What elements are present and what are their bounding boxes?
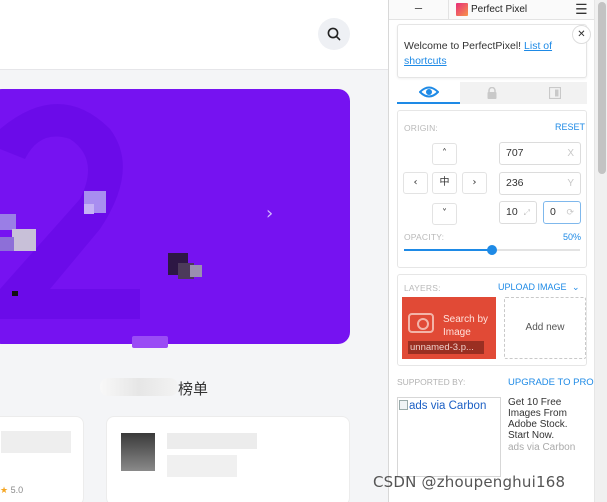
section-title: 榜单 <box>100 374 220 398</box>
rotate-icon: ⟳ <box>566 207 574 217</box>
section-title-text: 榜单 <box>178 380 209 398</box>
mode-tabs <box>397 82 587 104</box>
eye-icon <box>418 86 439 98</box>
camera-icon <box>408 313 434 333</box>
layers-label: LAYERS: <box>404 283 441 293</box>
site-header <box>0 0 388 70</box>
supported-by-label: SUPPORTED BY: <box>397 377 466 387</box>
promo-banner[interactable]: › <box>0 89 350 344</box>
welcome-text: Welcome to PerfectPixel! List of shortcu… <box>404 39 564 69</box>
scrollbar-thumb[interactable] <box>598 2 606 174</box>
close-icon[interactable]: ✕ <box>572 25 591 44</box>
x-unit: X <box>567 148 574 159</box>
perfectpixel-logo-icon <box>456 3 468 16</box>
origin-panel: ORIGIN: RESET ˄ ‹ 中 › ˅ 707 X 236 Y 10 ⤢… <box>397 110 587 268</box>
layers-panel: LAYERS: UPLOAD IMAGE ⌄ Search by Image u… <box>397 274 587 366</box>
pixel-block <box>190 265 202 277</box>
broken-image-icon <box>399 400 408 410</box>
carbon-ad-image[interactable]: ads via Carbon <box>397 397 501 477</box>
list-card[interactable] <box>106 416 350 502</box>
tab-invert[interactable] <box>523 82 587 104</box>
carbon-ad-alt: ads via Carbon <box>399 400 486 412</box>
menu-icon[interactable]: ☰ <box>575 2 588 18</box>
search-button[interactable] <box>318 18 350 50</box>
layer-item[interactable]: Search by Image unnamed-3.p... <box>402 297 496 359</box>
blurred-content <box>167 455 237 477</box>
y-value: 236 <box>506 177 524 189</box>
lock-icon <box>487 87 497 99</box>
invert-icon <box>549 87 562 99</box>
x-value: 707 <box>506 147 524 159</box>
pixel-block <box>12 229 36 251</box>
y-input[interactable]: 236 Y <box>499 172 581 195</box>
rotation-input[interactable]: 0 ⟳ <box>543 201 581 224</box>
pixel-block <box>0 214 16 230</box>
welcome-label: Welcome to PerfectPixel! <box>404 40 525 52</box>
perfectpixel-panel: – Perfect Pixel ☰ Welcome to PerfectPixe… <box>388 0 607 502</box>
tab-lock[interactable] <box>460 82 524 104</box>
pixel-block <box>0 237 14 251</box>
opacity-value: 50% <box>563 232 582 242</box>
opacity-slider-fill <box>404 249 492 251</box>
carbon-ad-via[interactable]: ads via Carbon <box>508 442 575 453</box>
upload-image-label: UPLOAD IMAGE <box>498 282 567 292</box>
scale-input[interactable]: 10 ⤢ <box>499 201 537 224</box>
rating: ★ 5.0 <box>0 485 23 496</box>
blurred-content <box>167 433 257 449</box>
banner-indicator[interactable] <box>132 336 168 348</box>
chevron-down-icon: ⌄ <box>572 282 580 292</box>
y-unit: Y <box>567 178 574 189</box>
layer-filename: unnamed-3.p... <box>408 341 484 354</box>
panel-header: – Perfect Pixel ☰ <box>389 0 594 20</box>
blurred-content <box>1 431 71 453</box>
move-up-button[interactable]: ˄ <box>432 143 457 165</box>
web-page: › 榜单 ★ 5.0 <box>0 0 388 502</box>
minimize-button[interactable]: – <box>389 0 449 20</box>
panel-title: Perfect Pixel <box>471 4 528 15</box>
move-left-button[interactable]: ‹ <box>403 172 428 194</box>
scrollbar[interactable] <box>594 0 607 502</box>
search-icon <box>327 27 341 41</box>
resize-icon: ⤢ <box>523 208 530 217</box>
opacity-label: OPACITY: <box>404 232 445 242</box>
pixel-block <box>12 291 18 296</box>
search-by-image-label[interactable]: Search by Image <box>443 313 491 339</box>
carbon-alt-text: ads via Carbon <box>409 400 487 412</box>
watermark: CSDN @zhoupenghui168 <box>373 473 566 491</box>
rating-value: 5.0 <box>10 485 24 495</box>
tab-visibility[interactable] <box>397 82 461 104</box>
move-down-button[interactable]: ˅ <box>432 203 457 225</box>
banner-graphic <box>0 104 140 319</box>
pixel-block <box>84 204 94 214</box>
center-button[interactable]: 中 <box>432 172 457 194</box>
star-icon: ★ <box>0 485 9 495</box>
blurred-text <box>100 378 178 396</box>
add-new-layer-button[interactable]: Add new <box>504 297 586 359</box>
upload-image-button[interactable]: UPLOAD IMAGE ⌄ <box>498 282 580 293</box>
blurred-thumbnail <box>121 433 155 471</box>
opacity-slider[interactable] <box>404 245 580 255</box>
upgrade-to-pro-link[interactable]: UPGRADE TO PRO <box>508 377 594 388</box>
banner-next-icon[interactable]: › <box>266 203 273 224</box>
x-input[interactable]: 707 X <box>499 142 581 165</box>
reset-button[interactable]: RESET <box>555 122 585 132</box>
origin-label: ORIGIN: <box>404 123 438 133</box>
rotation-value: 0 <box>550 206 556 218</box>
welcome-message: Welcome to PerfectPixel! List of shortcu… <box>397 24 591 78</box>
scale-value: 10 <box>506 206 518 218</box>
carbon-ad-text[interactable]: Get 10 Free Images From Adobe Stock. Sta… <box>508 397 588 441</box>
opacity-slider-knob[interactable] <box>487 245 497 255</box>
move-right-button[interactable]: › <box>462 172 487 194</box>
